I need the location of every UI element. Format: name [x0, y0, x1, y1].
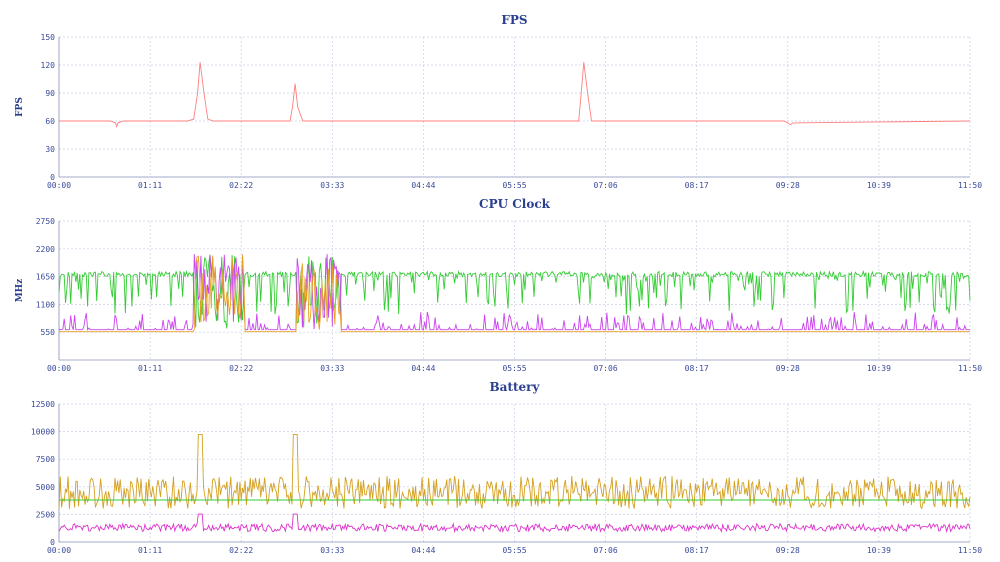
x-tick-label: 04:44 — [411, 181, 435, 190]
x-tick-label: 02:22 — [229, 546, 253, 555]
x-tick-label: 04:44 — [411, 364, 435, 373]
chart-canvas: FPSFPS030609012015000:00 01:11 02:22 03:33 0… — [15, 13, 982, 555]
y-tick-label: 5000 — [36, 483, 55, 492]
x-tick-label: 09:28 — [776, 364, 800, 373]
x-tick-label: 09:28 — [776, 181, 800, 190]
x-tick-label: 05:55 — [502, 181, 526, 190]
chart-title: Battery — [490, 380, 541, 394]
y-tick-label: 150 — [41, 33, 56, 42]
x-tick-label: 11:50 — [958, 181, 982, 190]
y-axis-label: MHz — [15, 279, 25, 303]
x-tick-label: 08:17 — [685, 546, 709, 555]
x-tick-label: 07:06 — [594, 546, 618, 555]
x-tick-label: 03:33 — [320, 181, 344, 190]
x-tick-label: 08:17 — [685, 364, 709, 373]
y-tick-label: 90 — [45, 89, 55, 98]
x-tick-label: 04:44 — [411, 546, 435, 555]
y-tick-label: 2750 — [36, 217, 55, 226]
x-tick-label: 10:39 — [867, 546, 891, 555]
x-tick-label: 11:50 — [958, 364, 982, 373]
y-tick-label: 550 — [41, 328, 56, 337]
y-tick-label: 60 — [45, 117, 55, 126]
chart-title: FPS — [501, 13, 527, 27]
x-tick-label: 00:00 — [47, 364, 71, 373]
x-tick-label: 09:28 — [776, 546, 800, 555]
x-tick-label: 03:33 — [320, 546, 344, 555]
x-tick-label: 08:17 — [685, 181, 709, 190]
x-tick-label: 00:00 — [47, 546, 71, 555]
x-tick-label: 01:11 — [138, 364, 162, 373]
y-tick-label: 2200 — [36, 245, 55, 254]
x-tick-label: 05:55 — [502, 364, 526, 373]
y-tick-label: 2500 — [36, 510, 55, 519]
y-tick-label: 1650 — [36, 273, 55, 282]
y-tick-label: 12500 — [31, 400, 55, 409]
x-tick-label: 11:50 — [958, 546, 982, 555]
x-tick-label: 07:06 — [594, 181, 618, 190]
x-tick-label: 00:00 — [47, 181, 71, 190]
y-tick-label: 120 — [41, 61, 56, 70]
y-axis-label: FPS — [15, 97, 25, 117]
x-tick-label: 01:11 — [138, 181, 162, 190]
y-tick-label: 30 — [45, 145, 55, 154]
x-tick-label: 03:33 — [320, 364, 344, 373]
x-tick-label: 07:06 — [594, 364, 618, 373]
x-tick-label: 02:22 — [229, 364, 253, 373]
chart-title: CPU Clock — [479, 197, 551, 211]
y-tick-label: 10000 — [31, 428, 55, 437]
x-tick-label: 01:11 — [138, 546, 162, 555]
x-tick-label: 05:55 — [502, 546, 526, 555]
y-tick-label: 7500 — [36, 455, 55, 464]
x-tick-label: 02:22 — [229, 181, 253, 190]
x-tick-label: 10:39 — [867, 181, 891, 190]
y-tick-label: 1100 — [36, 300, 55, 309]
x-tick-label: 10:39 — [867, 364, 891, 373]
